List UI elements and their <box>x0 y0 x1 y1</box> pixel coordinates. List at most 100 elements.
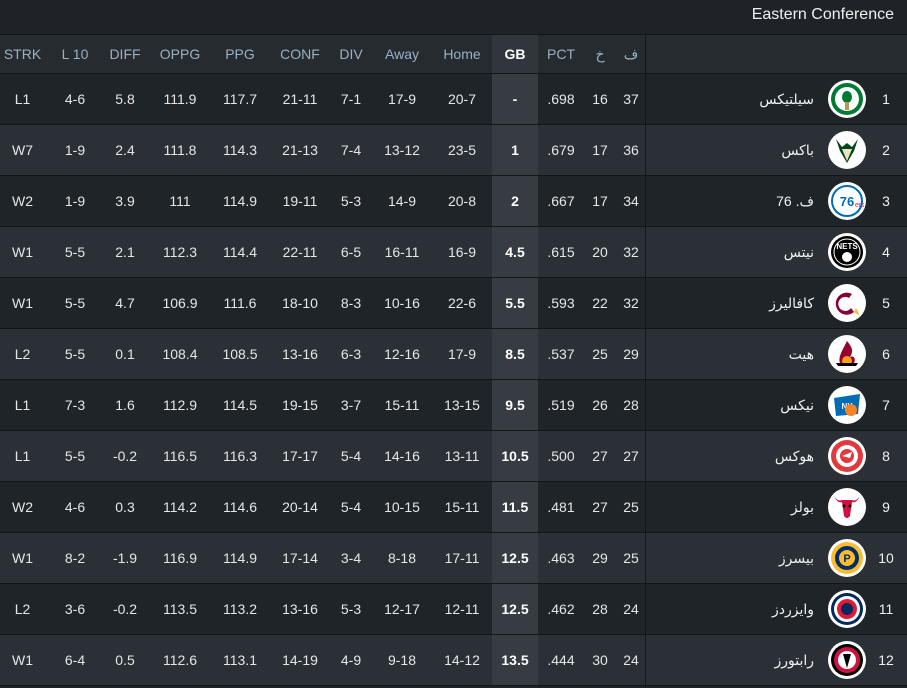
team-name[interactable]: رابتورز <box>774 635 814 685</box>
column-divider <box>645 584 646 634</box>
col-pct[interactable]: PCT <box>538 35 584 73</box>
76ers-logo[interactable]: 76 ers <box>828 182 866 220</box>
cell-gb: 13.5 <box>492 635 538 685</box>
wizards-logo[interactable] <box>828 590 866 628</box>
col-ppg[interactable]: PPG <box>210 35 270 73</box>
col-home[interactable]: Home <box>432 35 492 73</box>
table-row[interactable]: W7 1-9 2.4 111.8 114.3 21-13 7-4 13-12 23-5 1 .679… <box>0 125 907 176</box>
team-name[interactable]: كافاليرز <box>769 278 814 328</box>
cell-strk: W1 <box>12 244 33 260</box>
cell-conf: 19-15 <box>282 397 318 413</box>
conference-header: Eastern Conference <box>0 0 907 34</box>
cell-strk: W1 <box>12 295 33 311</box>
cell-l10: 1-9 <box>64 142 86 158</box>
cell-diff: 4.7 <box>115 295 135 311</box>
cell-w: 25 <box>623 550 639 566</box>
table-row[interactable]: W1 5-5 4.7 106.9 111.6 18-10 8-3 10-16 22-6 5.5 .5… <box>0 278 907 329</box>
cell-strk: L1 <box>14 448 31 464</box>
table-row[interactable]: W1 8-2 -1.9 116.9 114.9 17-14 3-4 8-18 17-11 12.5… <box>0 533 907 584</box>
team-name[interactable]: باكس <box>781 125 814 175</box>
col-conf[interactable]: CONF <box>270 35 330 73</box>
cell-oppg: 111 <box>169 193 191 209</box>
team-rank: 3 <box>882 193 890 209</box>
cell-l: 16 <box>592 91 608 107</box>
cavaliers-logo[interactable] <box>828 284 866 322</box>
col-wins[interactable]: ف <box>616 35 646 73</box>
raptors-logo[interactable] <box>828 641 866 679</box>
team-rank: 4 <box>882 244 890 260</box>
knicks-logo[interactable]: NY <box>828 386 866 424</box>
cell-w: 27 <box>623 448 639 464</box>
team-name[interactable]: نيكس <box>780 380 814 430</box>
cell-ppg: 108.5 <box>222 346 258 362</box>
nets-logo[interactable]: NETS <box>828 233 866 271</box>
col-div[interactable]: DIV <box>330 35 372 73</box>
celtics-logo[interactable] <box>828 80 866 118</box>
table-row[interactable]: L1 5-5 -0.2 116.5 116.3 17-17 5-4 14-16 13-11 10.… <box>0 431 907 482</box>
table-row[interactable]: W1 5-5 2.1 112.3 114.4 22-11 6-5 16-11 16-9 4.5 .6… <box>0 227 907 278</box>
cell-ppg: 114.5 <box>223 397 257 413</box>
cell-l10: 6-4 <box>64 652 86 668</box>
team-name[interactable]: بولز <box>791 482 814 532</box>
heat-logo[interactable] <box>828 335 866 373</box>
cell-l10: 5-5 <box>64 244 86 260</box>
table-row[interactable]: L2 3-6 -0.2 113.5 113.2 13-16 5-3 12-17 12-11 12.… <box>0 584 907 635</box>
cell-away: 9-18 <box>387 652 417 668</box>
cell-div: 7-4 <box>340 142 362 158</box>
cell-diff: 2.1 <box>115 244 135 260</box>
cell-home: 14-12 <box>444 652 480 668</box>
conference-title: Eastern Conference <box>751 6 894 23</box>
team-name[interactable]: هوكس <box>775 431 814 481</box>
hawks-logo[interactable] <box>828 437 866 475</box>
team-name[interactable]: وايزردز <box>772 584 814 634</box>
table-row[interactable]: W1 6-4 0.5 112.6 113.1 14-19 4-9 9-18 14-12 13.5.… <box>0 635 907 686</box>
cell-ppg: 114.9 <box>223 193 257 209</box>
cell-l: 20 <box>592 244 608 260</box>
cell-pct: .615 <box>547 244 575 260</box>
cell-l: 27 <box>592 448 608 464</box>
col-losses[interactable]: خ <box>584 35 616 73</box>
cell-conf: 14-19 <box>282 652 318 668</box>
table-row[interactable]: L2 5-5 0.1 108.4 108.5 13-16 6-3 12-16 17-9 8.5 .5… <box>0 329 907 380</box>
col-l10[interactable]: L 10 <box>50 35 100 73</box>
table-row[interactable]: W2 4-6 0.3 114.2 114.6 20-14 5-4 10-15 15-11 11.5… <box>0 482 907 533</box>
cell-div: 8-3 <box>340 295 362 311</box>
cell-div: 3-7 <box>340 397 362 413</box>
cell-w: 28 <box>623 397 639 413</box>
team-name[interactable]: نيتس <box>784 227 814 277</box>
team-name[interactable]: ف. 76 <box>776 176 814 226</box>
table-row[interactable]: L1 7-3 1.6 112.9 114.5 19-15 3-7 15-11 13-15 9.5.… <box>0 380 907 431</box>
col-gb[interactable]: GB <box>492 35 538 73</box>
cell-l: 17 <box>592 193 608 209</box>
team-rank: 12 <box>878 652 894 668</box>
col-oppg[interactable]: OPPG <box>150 35 210 73</box>
cell-l10: 8-2 <box>64 550 86 566</box>
team-name[interactable]: بيسرز <box>779 533 814 583</box>
cell-pct: .593 <box>547 295 575 311</box>
col-strk[interactable]: STRK <box>0 35 45 73</box>
team-name[interactable]: سيلتيكس <box>759 74 814 124</box>
cell-l: 30 <box>592 652 608 668</box>
cell-gb: 9.5 <box>492 380 538 430</box>
cell-home: 13-11 <box>444 448 480 464</box>
cell-gb: 12.5 <box>492 533 538 583</box>
table-row[interactable]: L1 4-6 5.8 111.9 117.7 21-11 7-1 17-9 20-7- .698 1… <box>0 74 907 125</box>
cell-conf: 21-11 <box>282 91 318 107</box>
team-rank: 1 <box>882 91 890 107</box>
cell-ppg: 111.6 <box>223 295 257 311</box>
col-diff[interactable]: DIFF <box>100 35 150 73</box>
bulls-logo[interactable] <box>828 488 866 526</box>
cell-diff: 0.1 <box>115 346 135 362</box>
cell-oppg: 116.5 <box>163 448 197 464</box>
team-name[interactable]: هيت <box>789 329 814 379</box>
col-away[interactable]: Away <box>372 35 432 73</box>
table-row[interactable]: W2 1-9 3.9 111 114.9 19-11 5-3 14-9 20-8 2 .667 17 3… <box>0 176 907 227</box>
cell-pct: .500 <box>547 448 575 464</box>
cell-w: 37 <box>623 91 639 107</box>
pacers-logo[interactable]: P <box>828 539 866 577</box>
cell-diff: 0.5 <box>115 652 135 668</box>
cell-away: 15-11 <box>384 397 420 413</box>
cell-oppg: 112.6 <box>163 652 197 668</box>
bucks-logo[interactable] <box>828 131 866 169</box>
cell-pct: .698 <box>547 91 575 107</box>
